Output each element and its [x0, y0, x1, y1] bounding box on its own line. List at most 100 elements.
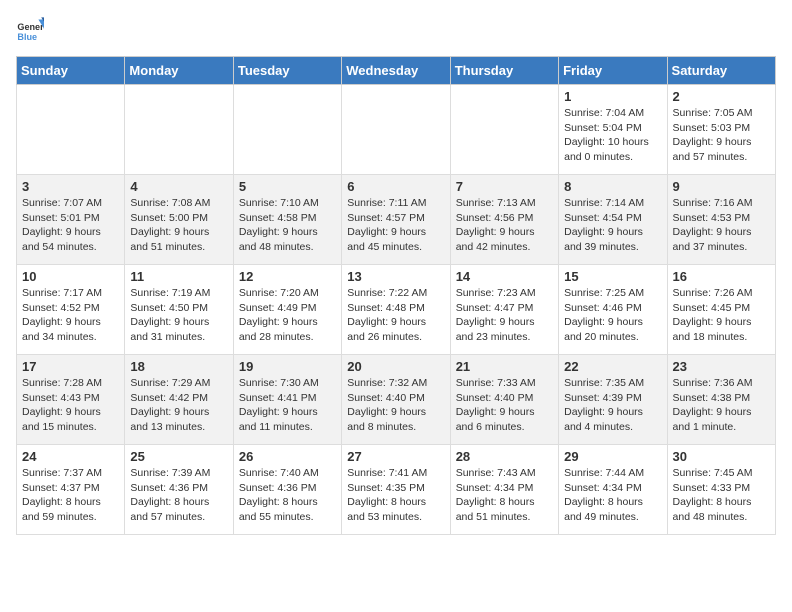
day-info: Sunrise: 7:19 AM Sunset: 4:50 PM Dayligh…: [130, 286, 227, 345]
day-number: 21: [456, 359, 553, 374]
day-number: 28: [456, 449, 553, 464]
col-header-tuesday: Tuesday: [233, 57, 341, 85]
calendar-cell: 29 Sunrise: 7:44 AM Sunset: 4:34 PM Dayli…: [559, 445, 667, 535]
calendar-cell: 3 Sunrise: 7:07 AM Sunset: 5:01 PM Daylig…: [17, 175, 125, 265]
calendar-week-row: 17 Sunrise: 7:28 AM Sunset: 4:43 PM Dayli…: [17, 355, 776, 445]
day-number: 20: [347, 359, 444, 374]
calendar-cell: [17, 85, 125, 175]
calendar-cell: 30 Sunrise: 7:45 AM Sunset: 4:33 PM Dayli…: [667, 445, 775, 535]
calendar-cell: 2 Sunrise: 7:05 AM Sunset: 5:03 PM Daylig…: [667, 85, 775, 175]
day-info: Sunrise: 7:23 AM Sunset: 4:47 PM Dayligh…: [456, 286, 553, 345]
day-number: 1: [564, 89, 661, 104]
calendar-cell: 8 Sunrise: 7:14 AM Sunset: 4:54 PM Daylig…: [559, 175, 667, 265]
calendar-cell: 1Sunrise: 7:04 AM Sunset: 5:04 PM Daylig…: [559, 85, 667, 175]
calendar-cell: 12 Sunrise: 7:20 AM Sunset: 4:49 PM Dayli…: [233, 265, 341, 355]
day-info: Sunrise: 7:20 AM Sunset: 4:49 PM Dayligh…: [239, 286, 336, 345]
calendar-cell: 10Sunrise: 7:17 AM Sunset: 4:52 PM Dayli…: [17, 265, 125, 355]
day-info: Sunrise: 7:37 AM Sunset: 4:37 PM Dayligh…: [22, 466, 119, 525]
day-number: 16: [673, 269, 770, 284]
svg-text:General: General: [17, 22, 44, 32]
calendar-cell: 27 Sunrise: 7:41 AM Sunset: 4:35 PM Dayli…: [342, 445, 450, 535]
calendar-cell: 4 Sunrise: 7:08 AM Sunset: 5:00 PM Daylig…: [125, 175, 233, 265]
calendar-cell: [233, 85, 341, 175]
col-header-wednesday: Wednesday: [342, 57, 450, 85]
col-header-thursday: Thursday: [450, 57, 558, 85]
day-number: 12: [239, 269, 336, 284]
header: General Blue: [16, 16, 776, 44]
day-info: Sunrise: 7:41 AM Sunset: 4:35 PM Dayligh…: [347, 466, 444, 525]
calendar-cell: 15 Sunrise: 7:25 AM Sunset: 4:46 PM Dayli…: [559, 265, 667, 355]
day-info: Sunrise: 7:07 AM Sunset: 5:01 PM Dayligh…: [22, 196, 119, 255]
day-info: Sunrise: 7:45 AM Sunset: 4:33 PM Dayligh…: [673, 466, 770, 525]
calendar-cell: 7Sunrise: 7:13 AM Sunset: 4:56 PM Daylig…: [450, 175, 558, 265]
day-number: 5: [239, 179, 336, 194]
day-number: 2: [673, 89, 770, 104]
calendar-cell: 11 Sunrise: 7:19 AM Sunset: 4:50 PM Dayli…: [125, 265, 233, 355]
day-number: 17: [22, 359, 119, 374]
day-info: Sunrise: 7:43 AM Sunset: 4:34 PM Dayligh…: [456, 466, 553, 525]
day-number: 29: [564, 449, 661, 464]
svg-text:Blue: Blue: [17, 32, 37, 42]
day-number: 22: [564, 359, 661, 374]
col-header-sunday: Sunday: [17, 57, 125, 85]
calendar-week-row: 10Sunrise: 7:17 AM Sunset: 4:52 PM Dayli…: [17, 265, 776, 355]
calendar-cell: 26 Sunrise: 7:40 AM Sunset: 4:36 PM Dayli…: [233, 445, 341, 535]
calendar-cell: [450, 85, 558, 175]
day-number: 25: [130, 449, 227, 464]
logo: General Blue: [16, 16, 48, 44]
day-info: Sunrise: 7:08 AM Sunset: 5:00 PM Dayligh…: [130, 196, 227, 255]
day-info: Sunrise: 7:36 AM Sunset: 4:38 PM Dayligh…: [673, 376, 770, 435]
day-info: Sunrise: 7:35 AM Sunset: 4:39 PM Dayligh…: [564, 376, 661, 435]
calendar-cell: 9 Sunrise: 7:16 AM Sunset: 4:53 PM Daylig…: [667, 175, 775, 265]
day-info: Sunrise: 7:13 AM Sunset: 4:56 PM Dayligh…: [456, 196, 553, 255]
day-info: Sunrise: 7:39 AM Sunset: 4:36 PM Dayligh…: [130, 466, 227, 525]
day-info: Sunrise: 7:05 AM Sunset: 5:03 PM Dayligh…: [673, 106, 770, 165]
day-number: 15: [564, 269, 661, 284]
day-info: Sunrise: 7:33 AM Sunset: 4:40 PM Dayligh…: [456, 376, 553, 435]
day-info: Sunrise: 7:40 AM Sunset: 4:36 PM Dayligh…: [239, 466, 336, 525]
calendar-cell: 18Sunrise: 7:29 AM Sunset: 4:42 PM Dayli…: [125, 355, 233, 445]
calendar-cell: 20 Sunrise: 7:32 AM Sunset: 4:40 PM Dayli…: [342, 355, 450, 445]
calendar-cell: 14 Sunrise: 7:23 AM Sunset: 4:47 PM Dayli…: [450, 265, 558, 355]
day-info: Sunrise: 7:25 AM Sunset: 4:46 PM Dayligh…: [564, 286, 661, 345]
col-header-friday: Friday: [559, 57, 667, 85]
day-number: 14: [456, 269, 553, 284]
calendar-cell: 25 Sunrise: 7:39 AM Sunset: 4:36 PM Dayli…: [125, 445, 233, 535]
day-number: 13: [347, 269, 444, 284]
day-number: 3: [22, 179, 119, 194]
calendar-cell: 16 Sunrise: 7:26 AM Sunset: 4:45 PM Dayli…: [667, 265, 775, 355]
day-number: 27: [347, 449, 444, 464]
col-header-saturday: Saturday: [667, 57, 775, 85]
day-number: 26: [239, 449, 336, 464]
day-number: 9: [673, 179, 770, 194]
calendar-table: SundayMondayTuesdayWednesdayThursdayFrid…: [16, 56, 776, 535]
calendar-cell: 24 Sunrise: 7:37 AM Sunset: 4:37 PM Dayli…: [17, 445, 125, 535]
day-info: Sunrise: 7:14 AM Sunset: 4:54 PM Dayligh…: [564, 196, 661, 255]
day-number: 18: [130, 359, 227, 374]
calendar-cell: 22 Sunrise: 7:35 AM Sunset: 4:39 PM Dayli…: [559, 355, 667, 445]
day-number: 11: [130, 269, 227, 284]
calendar-cell: [125, 85, 233, 175]
day-info: Sunrise: 7:44 AM Sunset: 4:34 PM Dayligh…: [564, 466, 661, 525]
day-info: Sunrise: 7:28 AM Sunset: 4:43 PM Dayligh…: [22, 376, 119, 435]
calendar-week-row: 1Sunrise: 7:04 AM Sunset: 5:04 PM Daylig…: [17, 85, 776, 175]
day-number: 4: [130, 179, 227, 194]
day-info: Sunrise: 7:22 AM Sunset: 4:48 PM Dayligh…: [347, 286, 444, 345]
calendar-cell: 17 Sunrise: 7:28 AM Sunset: 4:43 PM Dayli…: [17, 355, 125, 445]
day-number: 24: [22, 449, 119, 464]
day-number: 30: [673, 449, 770, 464]
day-info: Sunrise: 7:16 AM Sunset: 4:53 PM Dayligh…: [673, 196, 770, 255]
day-number: 8: [564, 179, 661, 194]
calendar-cell: 21 Sunrise: 7:33 AM Sunset: 4:40 PM Dayli…: [450, 355, 558, 445]
day-info: Sunrise: 7:17 AM Sunset: 4:52 PM Dayligh…: [22, 286, 119, 345]
day-number: 23: [673, 359, 770, 374]
day-number: 6: [347, 179, 444, 194]
calendar-week-row: 3 Sunrise: 7:07 AM Sunset: 5:01 PM Daylig…: [17, 175, 776, 265]
calendar-cell: 13 Sunrise: 7:22 AM Sunset: 4:48 PM Dayli…: [342, 265, 450, 355]
day-info: Sunrise: 7:32 AM Sunset: 4:40 PM Dayligh…: [347, 376, 444, 435]
day-info: Sunrise: 7:26 AM Sunset: 4:45 PM Dayligh…: [673, 286, 770, 345]
logo-icon: General Blue: [16, 16, 44, 44]
calendar-cell: 19Sunrise: 7:30 AM Sunset: 4:41 PM Dayli…: [233, 355, 341, 445]
calendar-cell: 6Sunrise: 7:11 AM Sunset: 4:57 PM Daylig…: [342, 175, 450, 265]
calendar-cell: 28 Sunrise: 7:43 AM Sunset: 4:34 PM Dayli…: [450, 445, 558, 535]
